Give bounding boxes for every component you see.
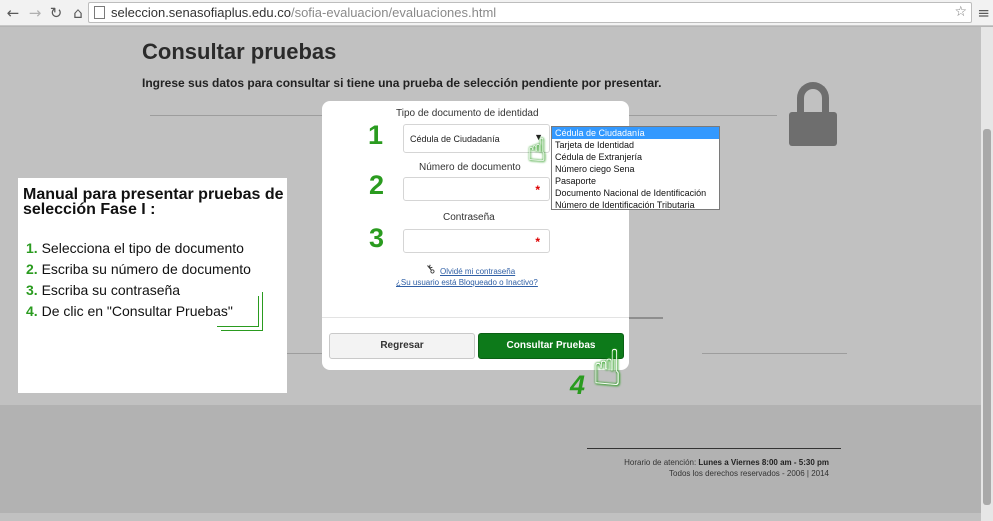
- lock-icon: [789, 82, 837, 146]
- manual-panel: Manual para presentar pruebas de selecci…: [18, 178, 287, 393]
- modal-divider: [322, 317, 629, 318]
- address-bar[interactable]: seleccion.senasofiaplus.edu.co/sofia-eva…: [88, 2, 972, 23]
- manual-step: 3. Escriba su contraseña: [26, 282, 181, 298]
- dropdown-option[interactable]: Documento Nacional de Identificación: [552, 187, 719, 199]
- footer-divider: [587, 448, 841, 449]
- divider: [150, 115, 322, 116]
- manual-title: Manual para presentar pruebas de selecci…: [23, 186, 284, 218]
- dropdown-option[interactable]: Número ciego Sena: [552, 163, 719, 175]
- divider: [702, 353, 847, 354]
- dropdown-option[interactable]: Tarjeta de Identidad: [552, 139, 719, 151]
- manual-step: 2. Escriba su número de documento: [26, 261, 251, 277]
- footer: [0, 405, 981, 513]
- forward-arrow-icon[interactable]: →: [25, 3, 45, 23]
- browser-toolbar: ← → ↻ ⌂ seleccion.senasofiaplus.edu.co/s…: [0, 0, 993, 26]
- url-host: seleccion.senasofiaplus.edu.co: [111, 5, 291, 20]
- page-title: Consultar pruebas: [142, 39, 337, 64]
- url-text[interactable]: seleccion.senasofiaplus.edu.co/sofia-eva…: [111, 5, 496, 21]
- pointing-hand-icon: ☝: [527, 131, 547, 169]
- manual-step: 1. Selecciona el tipo de documento: [26, 240, 244, 256]
- home-icon[interactable]: ⌂: [68, 3, 88, 23]
- footer-hours: Horario de atención: Lunes a Viernes 8:0…: [624, 458, 829, 467]
- doc-type-value: Cédula de Ciudadanía: [410, 134, 500, 144]
- blocked-user-link[interactable]: ¿Su usuario está Bloqueado o Inactivo?: [396, 278, 538, 287]
- back-arrow-icon[interactable]: ←: [3, 3, 23, 23]
- menu-icon[interactable]: ≡: [977, 3, 990, 23]
- step-number-1: 1: [368, 120, 384, 150]
- forgot-password-link[interactable]: Olvidé mi contraseña: [440, 267, 515, 276]
- back-button[interactable]: Regresar: [329, 333, 475, 359]
- page-icon: [94, 6, 105, 19]
- required-mark: *: [535, 235, 540, 249]
- scrollbar[interactable]: [981, 27, 993, 521]
- page-subtitle: Ingrese sus datos para consultar si tien…: [142, 76, 662, 90]
- footer-rights: Todos los derechos reservados - 2006 | 2…: [669, 469, 829, 478]
- doc-type-dropdown[interactable]: Cédula de Ciudadanía Tarjeta de Identida…: [551, 126, 720, 210]
- dropdown-option[interactable]: Número de Identificación Tributaria: [552, 199, 719, 211]
- dropdown-option[interactable]: Cédula de Ciudadanía: [552, 127, 719, 139]
- key-icon: ⚷: [422, 260, 439, 278]
- divider: [629, 317, 663, 319]
- pointing-hand-icon: ☝: [592, 339, 623, 397]
- step-number-4: 4: [570, 370, 586, 400]
- star-icon[interactable]: ☆: [954, 3, 967, 22]
- password-label: Contraseña: [443, 212, 495, 223]
- password-input[interactable]: *: [403, 229, 550, 253]
- manual-step: 4. De clic en "Consultar Pruebas": [26, 303, 233, 319]
- highlight-bracket: [221, 292, 263, 331]
- divider: [629, 115, 777, 116]
- dropdown-option[interactable]: Cédula de Extranjería: [552, 151, 719, 163]
- step-number-2: 2: [369, 170, 385, 200]
- doc-type-label: Tipo de documento de identidad: [396, 108, 539, 119]
- required-mark: *: [535, 183, 540, 197]
- url-path: /sofia-evaluacion/evaluaciones.html: [290, 5, 497, 20]
- doc-number-label: Número de documento: [419, 162, 521, 173]
- dropdown-option[interactable]: Pasaporte: [552, 175, 719, 187]
- step-number-3: 3: [369, 223, 385, 253]
- doc-number-input[interactable]: *: [403, 177, 550, 201]
- scrollbar-thumb[interactable]: [983, 129, 991, 505]
- reload-icon[interactable]: ↻: [46, 3, 66, 23]
- divider: [287, 353, 322, 354]
